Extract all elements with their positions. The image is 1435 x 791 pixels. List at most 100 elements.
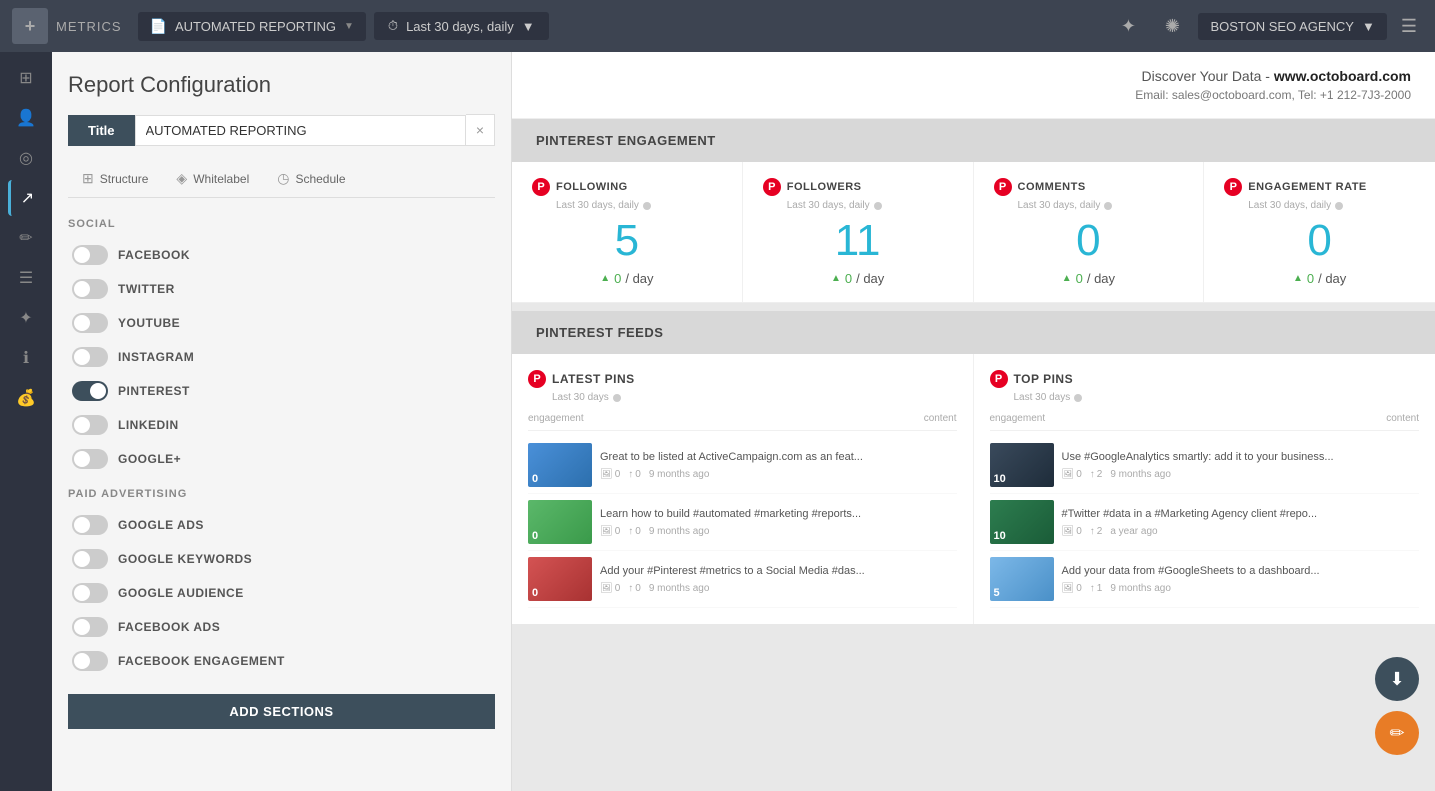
facebook-toggle[interactable] — [72, 245, 108, 265]
report-header: Discover Your Data - www.octoboard.com E… — [512, 52, 1435, 119]
latest-pin-repins-1: ↑ 0 — [628, 526, 641, 537]
report-dropdown[interactable]: 📄 AUTOMATED REPORTING ▼ — [138, 12, 366, 41]
latest-pins-table-header: engagement content — [528, 413, 957, 431]
metric-engagement-rate: P ENGAGEMENT RATE Last 30 days, daily 0 … — [1204, 162, 1435, 302]
sidebar-icon-users[interactable]: 👤 — [8, 100, 44, 136]
flame-icon-btn[interactable]: ✺ — [1154, 8, 1190, 44]
sidebar-icon-edit[interactable]: ✏ — [8, 220, 44, 256]
pinterest-following-icon: P — [532, 178, 550, 196]
tab-whitelabel-label: Whitelabel — [193, 172, 249, 186]
facebook-ads-label: FACEBOOK ADS — [118, 620, 220, 634]
latest-pin-time-1: 9 months ago — [649, 526, 710, 537]
time-icon: ⏱ — [388, 18, 398, 34]
youtube-toggle[interactable] — [72, 313, 108, 333]
top-pin-num-2: 5 — [994, 587, 1000, 599]
latest-pins-pinterest-icon: P — [528, 370, 546, 388]
add-sections-button[interactable]: ADD SECTIONS — [68, 694, 495, 729]
top-pin-text-2: Add your data from #GoogleSheets to a da… — [1062, 564, 1420, 578]
sidebar-icon-star[interactable]: ✦ — [8, 300, 44, 336]
title-clear-btn[interactable]: × — [466, 114, 495, 146]
nav-logo[interactable]: + — [12, 8, 48, 44]
facebook-engagement-toggle[interactable] — [72, 651, 108, 671]
social-section-header: SOCIAL — [68, 218, 495, 230]
tab-schedule[interactable]: ◷ Schedule — [263, 162, 359, 197]
top-col2: content — [1386, 413, 1419, 424]
pinterest-feeds-banner: PINTEREST FEEDS — [512, 311, 1435, 354]
hamburger-menu[interactable]: ☰ — [1395, 10, 1423, 43]
tab-whitelabel[interactable]: ◈ Whitelabel — [162, 162, 263, 197]
fab-download-btn[interactable]: ⬇ — [1375, 657, 1419, 701]
metric-comments: P COMMENTS Last 30 days, daily 0 ▲ 0 / d… — [974, 162, 1205, 302]
comments-value: 0 — [994, 219, 1184, 263]
top-pin-time-0: 9 months ago — [1110, 469, 1171, 480]
googleplus-toggle[interactable] — [72, 449, 108, 469]
engagement-rate-unit: / day — [1318, 271, 1346, 286]
latest-pin-row-1: 0 Learn how to build #automated #marketi… — [528, 494, 957, 551]
latest-pins-panel: P LATEST PINS Last 30 days engagement co… — [512, 354, 974, 624]
time-dropdown[interactable]: ⏱ Last 30 days, daily ▼ — [374, 12, 549, 40]
top-pin-likes-2: 🖼 0 — [1062, 583, 1082, 594]
top-pin-content-2: Add your data from #GoogleSheets to a da… — [1062, 564, 1420, 593]
title-tab[interactable]: Title — [68, 115, 135, 146]
engagement-rate-daily: ▲ 0 / day — [1224, 271, 1415, 286]
google-keywords-toggle[interactable] — [72, 549, 108, 569]
agency-dropdown[interactable]: BOSTON SEO AGENCY ▼ — [1198, 13, 1386, 40]
comments-info-dot — [1104, 202, 1112, 210]
sidebar-icon-analytics[interactable]: ↗ — [8, 180, 44, 216]
following-unit: / day — [625, 271, 653, 286]
spark-icon-btn[interactable]: ✦ — [1110, 8, 1146, 44]
top-pin-repins-0: ↑ 2 — [1090, 469, 1103, 480]
twitter-label: TWITTER — [118, 282, 175, 296]
sidebar-icon-grid[interactable]: ⊞ — [8, 60, 44, 96]
toggle-googleplus: GOOGLE+ — [68, 442, 495, 476]
facebook-label: FACEBOOK — [118, 248, 190, 262]
top-pin-time-2: 9 months ago — [1110, 583, 1171, 594]
instagram-toggle[interactable] — [72, 347, 108, 367]
engagement-rate-arrow-up: ▲ — [1293, 273, 1303, 284]
latest-pin-content-1: Learn how to build #automated #marketing… — [600, 507, 957, 536]
app-body: ⊞ 👤 ◎ ↗ ✏ ☰ ✦ ℹ 💰 Report Configuration T… — [0, 52, 1435, 791]
comments-subtitle: Last 30 days, daily — [994, 200, 1184, 211]
top-pin-content-0: Use #GoogleAnalytics smartly: add it to … — [1062, 450, 1420, 479]
pinterest-toggle[interactable] — [72, 381, 108, 401]
report-doc-icon: 📄 — [150, 18, 167, 35]
title-input[interactable] — [135, 115, 466, 146]
top-pins-title: TOP PINS — [1014, 372, 1074, 386]
latest-pin-meta-2: 🖼 0 ↑ 0 9 months ago — [600, 583, 957, 594]
followers-value: 11 — [763, 219, 953, 263]
google-audience-toggle[interactable] — [72, 583, 108, 603]
whitelabel-icon: ◈ — [176, 170, 187, 187]
followers-unit: / day — [856, 271, 884, 286]
top-pin-content-1: #Twitter #data in a #Marketing Agency cl… — [1062, 507, 1420, 536]
twitter-toggle[interactable] — [72, 279, 108, 299]
facebook-ads-toggle[interactable] — [72, 617, 108, 637]
toggle-youtube: YOUTUBE — [68, 306, 495, 340]
latest-pin-text-1: Learn how to build #automated #marketing… — [600, 507, 957, 521]
linkedin-toggle[interactable] — [72, 415, 108, 435]
pinterest-comments-icon: P — [994, 178, 1012, 196]
top-pins-subtitle: Last 30 days — [990, 392, 1420, 403]
config-panel: Report Configuration Title × ⊞ Structure… — [52, 52, 512, 791]
google-ads-toggle[interactable] — [72, 515, 108, 535]
tab-structure[interactable]: ⊞ Structure — [68, 162, 162, 197]
fab-edit-btn[interactable]: ✏ — [1375, 711, 1419, 755]
agency-arrow: ▼ — [1362, 19, 1375, 34]
following-value: 5 — [532, 219, 722, 263]
top-pin-thumb-0: 10 — [990, 443, 1054, 487]
latest-pin-time-2: 9 months ago — [649, 583, 710, 594]
structure-icon: ⊞ — [82, 170, 94, 187]
top-pin-time-1: a year ago — [1110, 526, 1157, 537]
sidebar-icon-list[interactable]: ☰ — [8, 260, 44, 296]
latest-pin-thumb-2: 0 — [528, 557, 592, 601]
followers-info-dot — [874, 202, 882, 210]
metrics-grid: P FOLLOWING Last 30 days, daily 5 ▲ 0 / … — [512, 162, 1435, 303]
sidebar-icon-info[interactable]: ℹ — [8, 340, 44, 376]
youtube-label: YOUTUBE — [118, 316, 180, 330]
sidebar-icon-billing[interactable]: 💰 — [8, 380, 44, 416]
sidebar-icon-circle[interactable]: ◎ — [8, 140, 44, 176]
latest-pin-meta-0: 🖼 0 ↑ 0 9 months ago — [600, 469, 957, 480]
toggle-google-keywords: GOOGLE KEYWORDS — [68, 542, 495, 576]
feeds-section: PINTEREST FEEDS P LATEST PINS Last 30 da… — [512, 311, 1435, 624]
latest-pin-num-1: 0 — [532, 530, 538, 542]
metric-following: P FOLLOWING Last 30 days, daily 5 ▲ 0 / … — [512, 162, 743, 302]
